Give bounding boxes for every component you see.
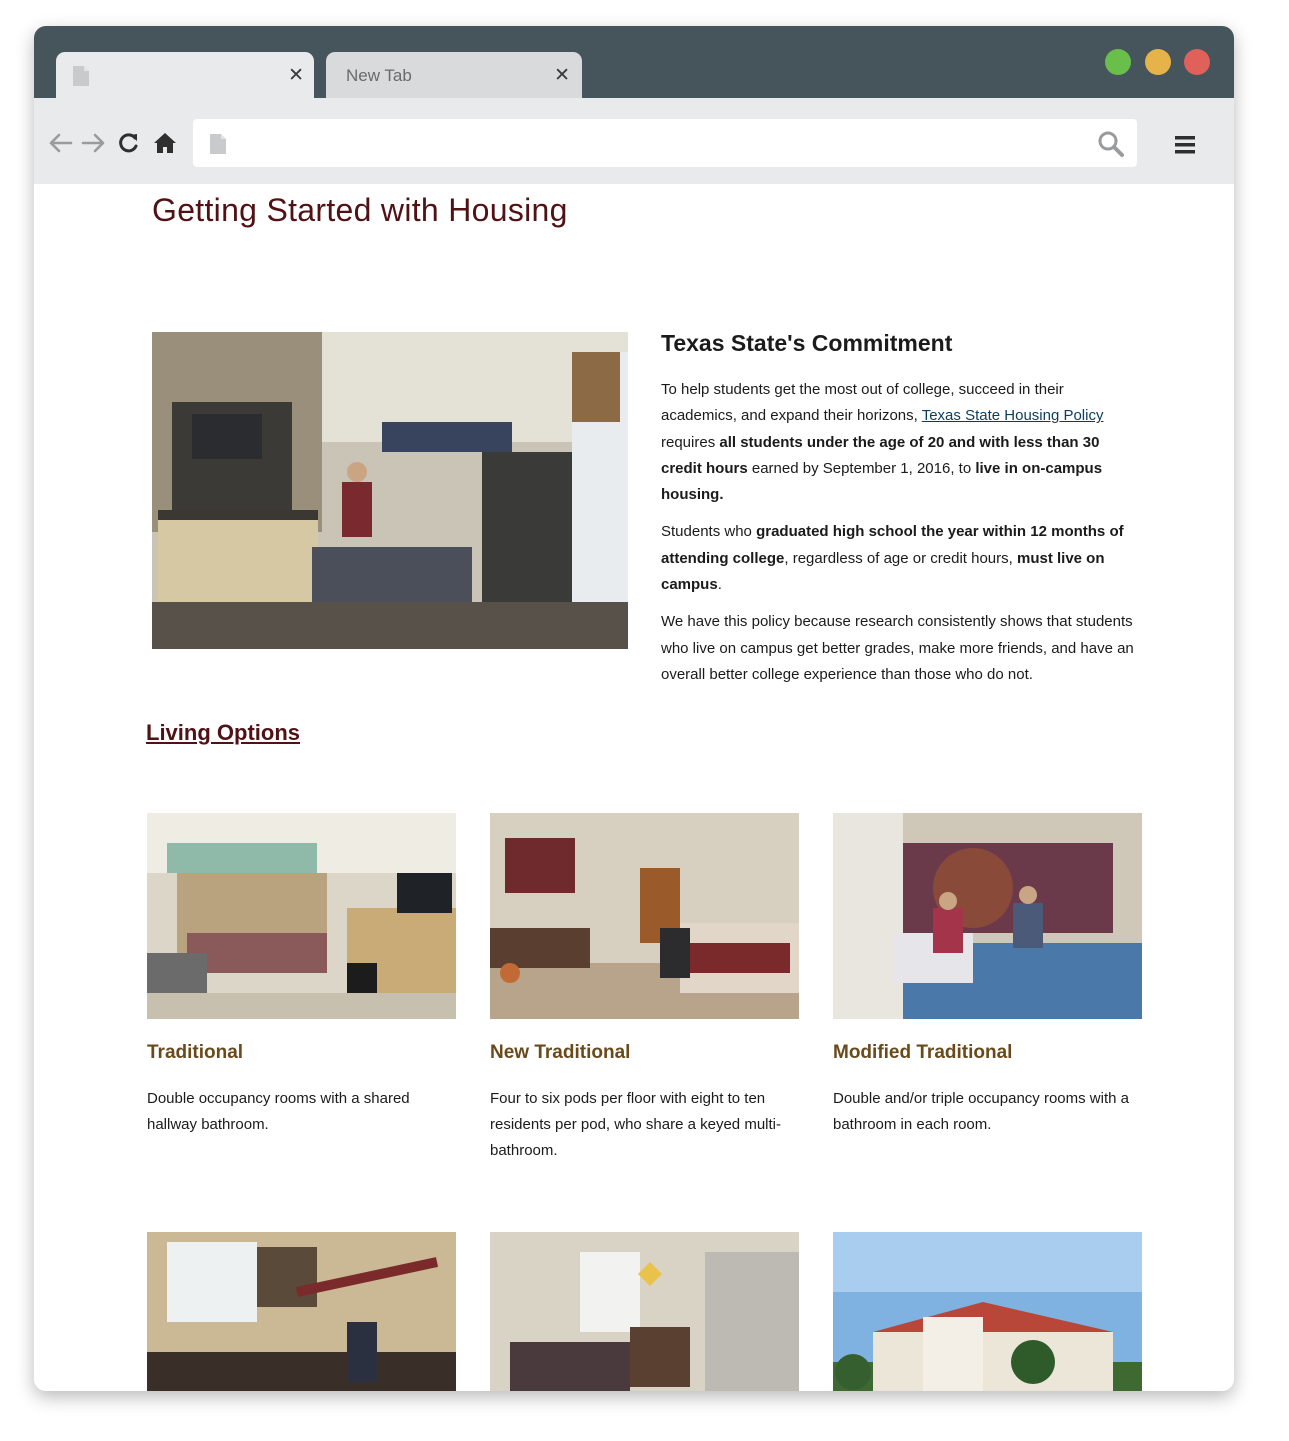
tab-active[interactable]: ✕ xyxy=(56,52,314,98)
page-icon xyxy=(210,134,226,154)
double-room-photo[interactable] xyxy=(490,1232,799,1391)
close-window-button[interactable] xyxy=(1184,49,1210,75)
hamburger-menu-icon[interactable] xyxy=(1174,135,1196,155)
page-icon xyxy=(73,66,89,86)
browser-titlebar: ✕ New Tab ✕ xyxy=(34,26,1234,98)
commitment-section: Texas State's Commitment To help student… xyxy=(661,330,1139,699)
suite-room-photo[interactable] xyxy=(147,1232,456,1391)
card-title-traditional[interactable]: Traditional xyxy=(147,1042,456,1064)
housing-policy-link[interactable]: Texas State Housing Policy xyxy=(922,407,1104,424)
web-page-content: Getting Started with Housing Texas State… xyxy=(34,184,1234,1391)
commitment-heading: Texas State's Commitment xyxy=(661,330,953,356)
forward-arrow-icon[interactable] xyxy=(81,131,107,155)
commitment-paragraph-1: To help students get the most out of col… xyxy=(661,381,1104,504)
card-desc-new-traditional: Four to six pods per floor with eight to… xyxy=(490,1090,781,1159)
search-icon[interactable] xyxy=(1097,130,1125,158)
card-title-new-traditional[interactable]: New Traditional xyxy=(490,1042,799,1064)
modified-traditional-room-photo[interactable] xyxy=(833,813,1142,1019)
maximize-button[interactable] xyxy=(1105,49,1131,75)
traditional-room-photo[interactable] xyxy=(147,813,456,1019)
tab-new-tab[interactable]: New Tab ✕ xyxy=(326,52,582,98)
address-bar[interactable] xyxy=(193,119,1137,167)
dorm-room-photo xyxy=(152,332,628,649)
commitment-paragraph-2: Students who graduated high school the y… xyxy=(661,523,1124,594)
apartment-building-photo[interactable] xyxy=(833,1232,1142,1391)
tab-close-icon[interactable]: ✕ xyxy=(554,65,570,85)
page-title: Getting Started with Housing xyxy=(152,192,568,228)
card-desc-modified-traditional: Double and/or triple occupancy rooms wit… xyxy=(833,1090,1129,1133)
browser-toolbar xyxy=(34,98,1234,184)
tab-title: New Tab xyxy=(346,66,412,85)
browser-window: ✕ New Tab ✕ Getting Started with Housing… xyxy=(34,26,1234,1391)
commitment-paragraph-3: We have this policy because research con… xyxy=(661,613,1134,683)
reload-icon[interactable] xyxy=(116,131,142,155)
home-icon[interactable] xyxy=(152,131,178,155)
tab-close-icon[interactable]: ✕ xyxy=(288,65,304,85)
card-desc-traditional: Double occupancy rooms with a shared hal… xyxy=(147,1090,410,1133)
card-title-modified-traditional[interactable]: Modified Traditional xyxy=(833,1042,1142,1064)
living-options-link[interactable]: Living Options xyxy=(146,720,300,746)
new-traditional-room-photo[interactable] xyxy=(490,813,799,1019)
minimize-button[interactable] xyxy=(1145,49,1171,75)
back-arrow-icon[interactable] xyxy=(47,131,73,155)
